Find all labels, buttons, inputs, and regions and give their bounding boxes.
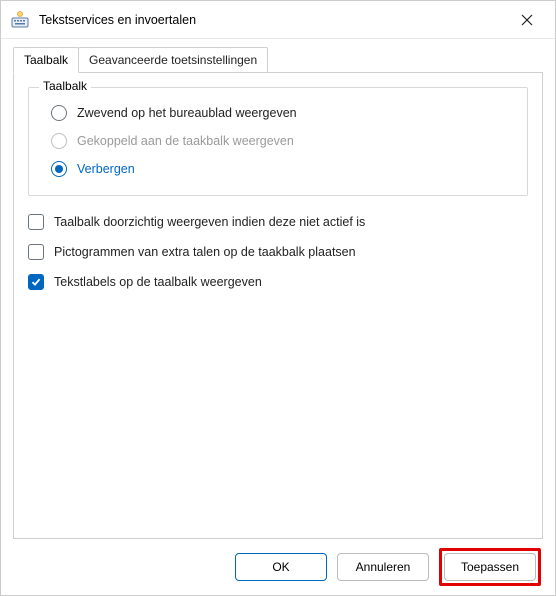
window-title: Tekstservices en invoertalen <box>39 13 507 27</box>
tab-taalbalk[interactable]: Taalbalk <box>13 47 79 73</box>
check-row-extra-icons[interactable]: Pictogrammen van extra talen op de taakb… <box>28 244 528 260</box>
check-row-transparent[interactable]: Taalbalk doorzichtig weergeven indien de… <box>28 214 528 230</box>
radio-docked <box>51 133 67 149</box>
radio-row-hidden[interactable]: Verbergen <box>51 161 513 177</box>
radio-label: Verbergen <box>77 162 135 176</box>
close-button[interactable] <box>507 5 547 35</box>
check-row-text-labels[interactable]: Tekstlabels op de taalbalk weergeven <box>28 274 528 290</box>
checkbox-label: Pictogrammen van extra talen op de taakb… <box>54 245 356 259</box>
radio-label: Zwevend op het bureaublad weergeven <box>77 106 297 120</box>
close-icon <box>521 14 533 26</box>
groupbox-taalbalk: Taalbalk Zwevend op het bureaublad weerg… <box>28 87 528 196</box>
checkbox-extra-icons[interactable] <box>28 244 44 260</box>
radio-hidden[interactable] <box>51 161 67 177</box>
tab-strip: Taalbalk Geavanceerde toetsinstellingen <box>13 47 543 73</box>
radio-row-floating[interactable]: Zwevend op het bureaublad weergeven <box>51 105 513 121</box>
tab-panel: Taalbalk Zwevend op het bureaublad weerg… <box>13 72 543 539</box>
content-area: Taalbalk Geavanceerde toetsinstellingen … <box>1 39 555 539</box>
button-label: Toepassen <box>461 560 519 574</box>
cancel-button[interactable]: Annuleren <box>337 553 429 581</box>
keyboard-layout-icon <box>11 11 29 29</box>
radio-floating[interactable] <box>51 105 67 121</box>
button-label: Annuleren <box>356 560 411 574</box>
tab-label: Geavanceerde toetsinstellingen <box>89 53 257 67</box>
tab-label: Taalbalk <box>24 53 68 67</box>
groupbox-legend: Taalbalk <box>39 79 91 93</box>
ok-button[interactable]: OK <box>235 553 327 581</box>
apply-button[interactable]: Toepassen <box>444 553 536 581</box>
button-label: OK <box>272 560 289 574</box>
dialog-button-row: OK Annuleren Toepassen <box>1 539 555 595</box>
checkbox-label: Taalbalk doorzichtig weergeven indien de… <box>54 215 365 229</box>
check-icon <box>31 277 41 287</box>
titlebar: Tekstservices en invoertalen <box>1 1 555 39</box>
apply-highlight: Toepassen <box>439 548 541 586</box>
radio-row-docked: Gekoppeld aan de taakbalk weergeven <box>51 133 513 149</box>
dialog-window: Tekstservices en invoertalen Taalbalk Ge… <box>0 0 556 596</box>
tab-advanced-key-settings[interactable]: Geavanceerde toetsinstellingen <box>78 47 268 73</box>
radio-label: Gekoppeld aan de taakbalk weergeven <box>77 134 294 148</box>
checkbox-transparent[interactable] <box>28 214 44 230</box>
checkbox-text-labels[interactable] <box>28 274 44 290</box>
checkbox-label: Tekstlabels op de taalbalk weergeven <box>54 275 262 289</box>
